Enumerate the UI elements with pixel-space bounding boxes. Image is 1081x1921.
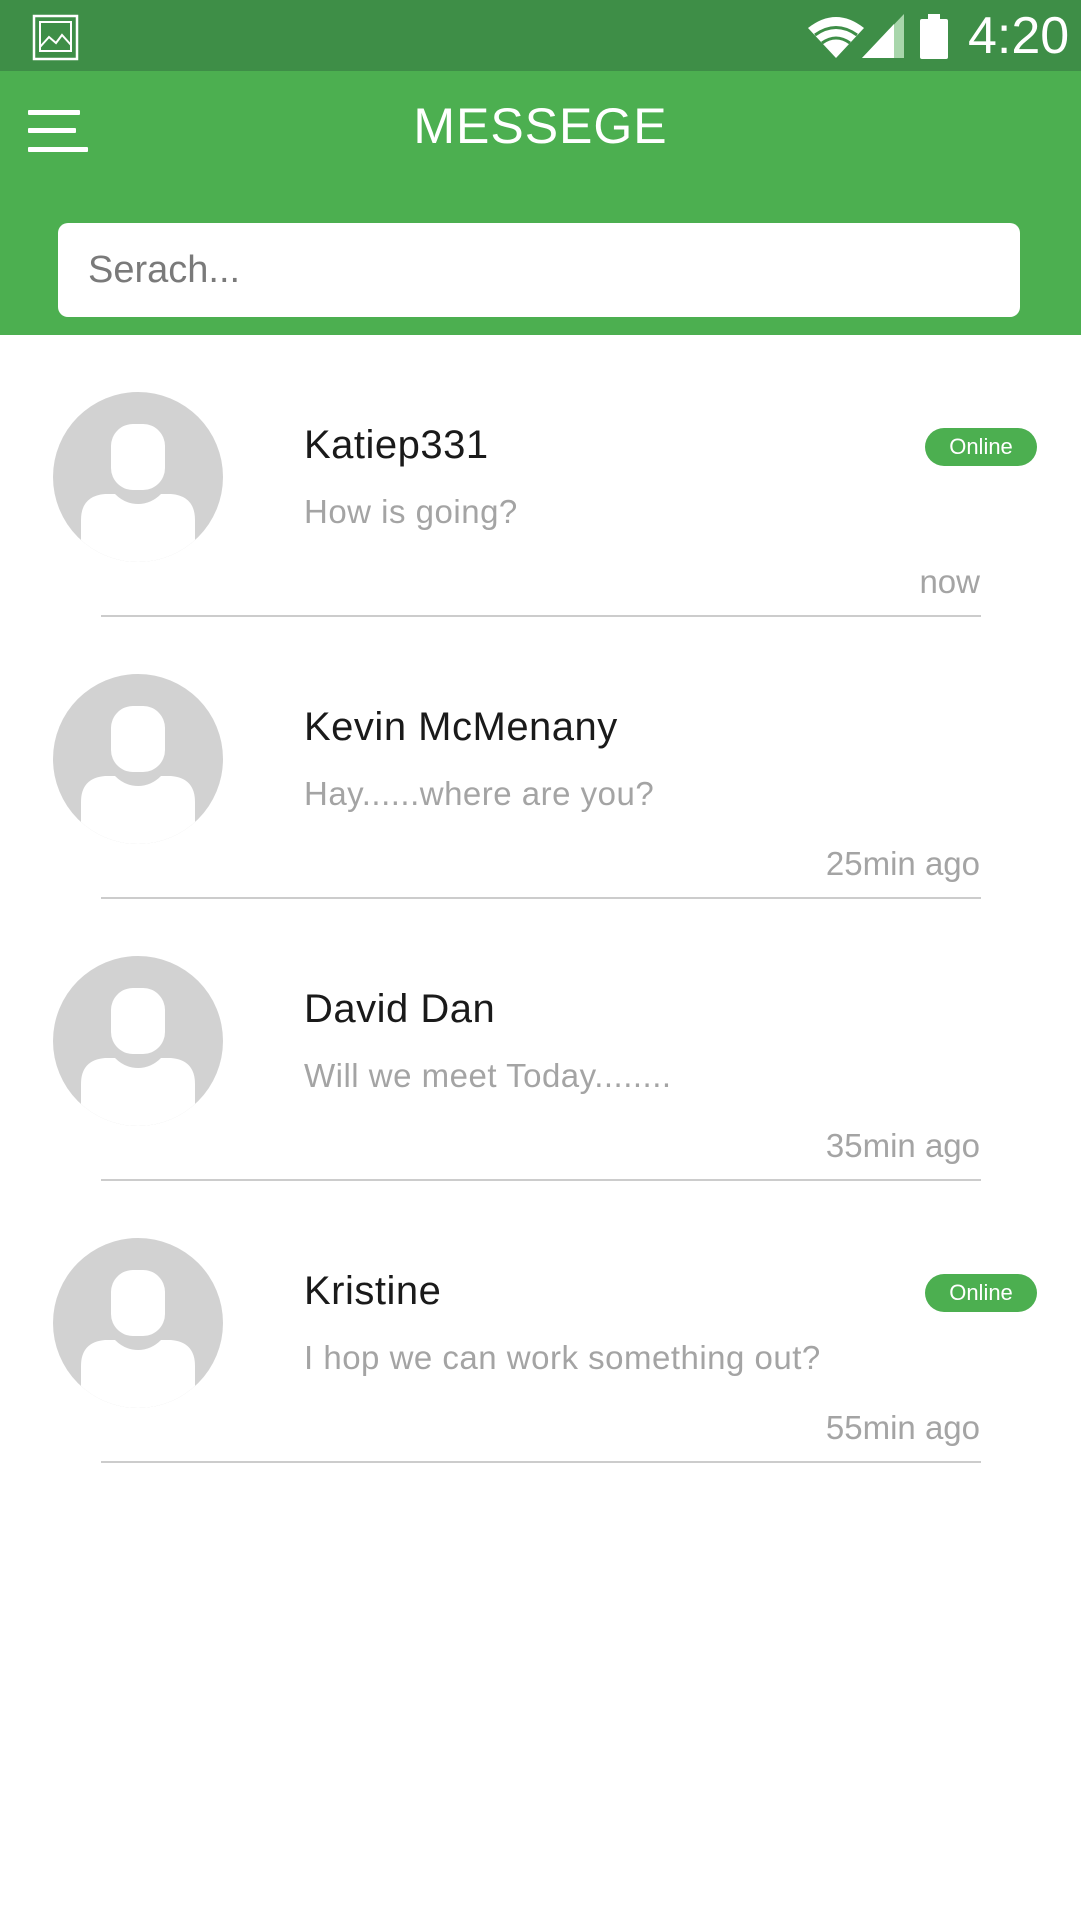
avatar bbox=[53, 1238, 223, 1408]
avatar bbox=[53, 956, 223, 1126]
signal-icon bbox=[862, 14, 904, 58]
app-header: MESSEGE bbox=[0, 71, 1081, 335]
search-box bbox=[58, 223, 1020, 317]
status-bar: 4:20 bbox=[0, 0, 1081, 71]
wifi-icon bbox=[808, 17, 864, 58]
divider bbox=[101, 1461, 981, 1463]
conversation-list: Katiep331 How is going? now Online Kevin… bbox=[0, 335, 1081, 1463]
message-preview: I hop we can work something out? bbox=[304, 1339, 821, 1376]
user-placeholder-icon bbox=[81, 706, 195, 844]
avatar bbox=[53, 392, 223, 562]
message-time: 25min ago bbox=[825, 845, 980, 882]
page-title: MESSEGE bbox=[413, 98, 668, 154]
search-input[interactable] bbox=[58, 223, 1020, 317]
status-badge: Online bbox=[925, 1274, 1037, 1312]
gallery-icon bbox=[32, 14, 79, 61]
battery-icon bbox=[920, 14, 948, 59]
user-placeholder-icon bbox=[81, 424, 195, 562]
status-time: 4:20 bbox=[968, 7, 1070, 65]
user-placeholder-icon bbox=[81, 988, 195, 1126]
conversation-item[interactable]: Kristine I hop we can work something out… bbox=[0, 1181, 1081, 1463]
message-time: now bbox=[919, 563, 980, 600]
conversation-item[interactable]: Kevin McMenany Hay......where are you? 2… bbox=[0, 617, 1081, 899]
avatar bbox=[53, 674, 223, 844]
conversation-item[interactable]: Katiep331 How is going? now Online bbox=[0, 335, 1081, 617]
status-badge: Online bbox=[925, 428, 1037, 466]
message-time: 35min ago bbox=[825, 1127, 980, 1164]
message-time: 55min ago bbox=[825, 1409, 980, 1446]
user-placeholder-icon bbox=[81, 1270, 195, 1408]
message-preview: Hay......where are you? bbox=[304, 775, 655, 812]
message-preview: Will we meet Today........ bbox=[304, 1057, 672, 1094]
conversation-item[interactable]: David Dan Will we meet Today........ 35m… bbox=[0, 899, 1081, 1181]
contact-name: Kevin McMenany bbox=[304, 705, 618, 749]
contact-name: Katiep331 bbox=[304, 423, 489, 467]
contact-name: David Dan bbox=[304, 987, 496, 1031]
contact-name: Kristine bbox=[304, 1269, 442, 1313]
message-preview: How is going? bbox=[304, 493, 518, 530]
